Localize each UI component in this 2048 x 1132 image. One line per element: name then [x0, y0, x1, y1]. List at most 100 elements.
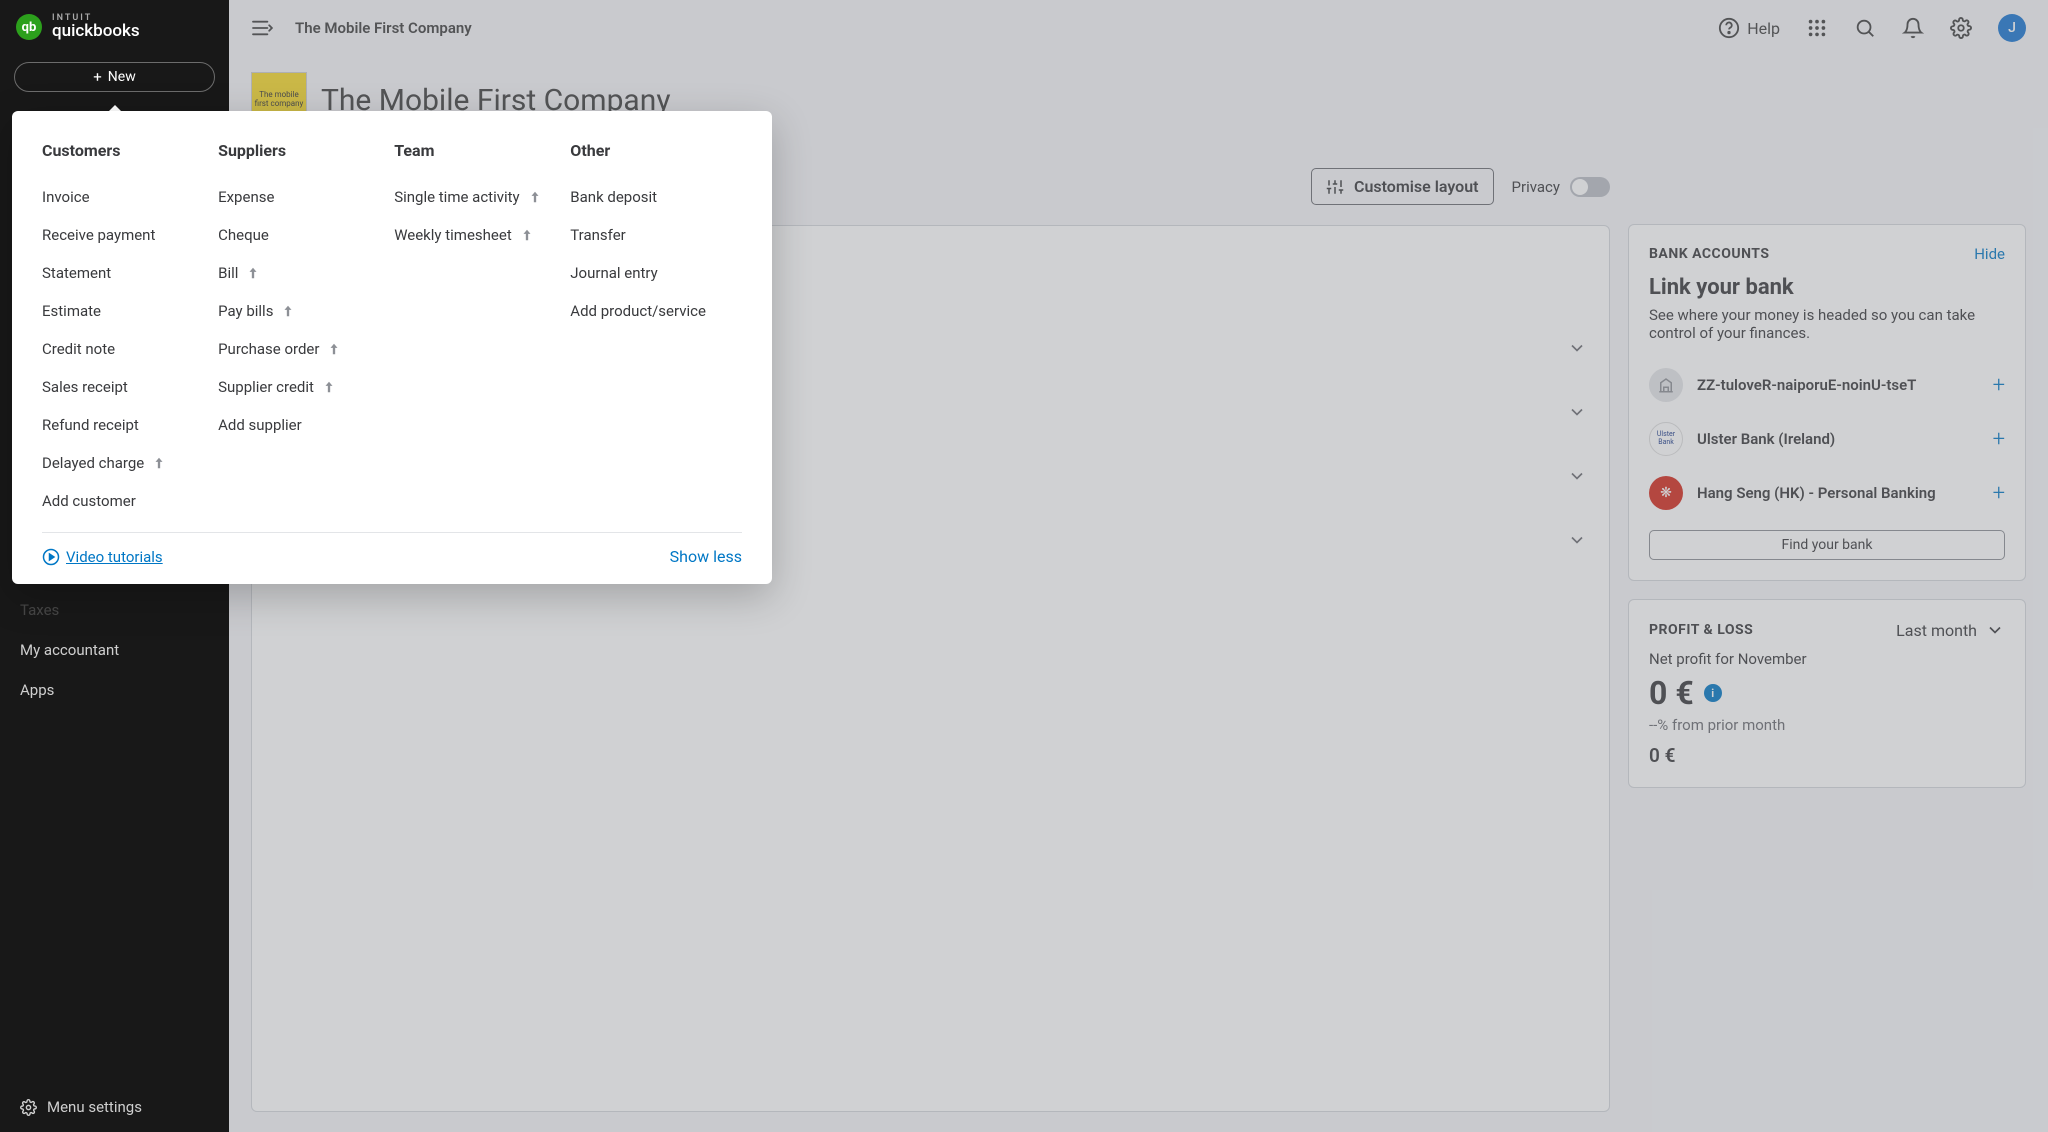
gear-icon [20, 1099, 37, 1116]
menu-item-label: Transfer [570, 226, 625, 244]
menu-item-estimate[interactable]: Estimate [42, 292, 198, 330]
menu-item-add-customer[interactable]: Add customer [42, 482, 198, 520]
menu-column: Suppliers Expense Cheque BillPay bills Purch… [218, 141, 374, 520]
menu-column: Customers Invoice Receive payment Statement… [42, 141, 198, 520]
menu-item-label: Credit note [42, 340, 115, 358]
bank-name-label: Hang Seng (HK) - Personal Banking [1697, 484, 1979, 502]
menu-item-supplier-credit[interactable]: Supplier credit [218, 368, 374, 406]
menu-item-credit-note[interactable]: Credit note [42, 330, 198, 368]
bank-building-icon [1657, 376, 1675, 394]
bank-add-button[interactable]: + [1993, 427, 2005, 452]
bank-add-button[interactable]: + [1993, 481, 2005, 506]
menu-item-label: Estimate [42, 302, 101, 320]
menu-item-transfer[interactable]: Transfer [570, 216, 742, 254]
menu-item-add-supplier[interactable]: Add supplier [218, 406, 374, 444]
menu-item-label: Add customer [42, 492, 136, 510]
bank-card-title: BANK ACCOUNTS [1649, 246, 1769, 262]
chevron-down-icon [1567, 402, 1587, 422]
menu-item-label: Single time activity [394, 188, 519, 206]
sidebar-item-my-accountant[interactable]: My accountant [0, 630, 229, 670]
customise-layout-button[interactable]: Customise layout [1311, 168, 1494, 205]
privacy-label: Privacy [1512, 178, 1560, 196]
menu-item-label: Sales receipt [42, 378, 128, 396]
bank-add-button[interactable]: + [1993, 373, 2005, 398]
menu-item-purchase-order[interactable]: Purchase order [218, 330, 374, 368]
customise-layout-label: Customise layout [1354, 177, 1479, 196]
settings-gear-icon[interactable] [1950, 17, 1972, 39]
pl-period-dropdown[interactable]: Last month [1896, 620, 2005, 640]
menu-item-journal-entry[interactable]: Journal entry [570, 254, 742, 292]
chevron-down-icon [1567, 466, 1587, 486]
menu-column: Team Single time activity Weekly timesheet [394, 141, 550, 520]
sidebar-item-taxes[interactable]: Taxes [0, 590, 229, 630]
bank-accounts-card: BANK ACCOUNTS Hide Link your bank See wh… [1628, 224, 2026, 581]
topbar-company-name: The Mobile First Company [295, 19, 472, 37]
menu-settings-label: Menu settings [47, 1098, 142, 1116]
chevron-down-icon [1567, 530, 1587, 550]
pl-title: PROFIT & LOSS [1649, 622, 1753, 638]
upgrade-arrow-icon [281, 304, 295, 318]
menu-item-label: Add supplier [218, 416, 302, 434]
menu-item-sales-receipt[interactable]: Sales receipt [42, 368, 198, 406]
menu-item-cheque[interactable]: Cheque [218, 216, 374, 254]
menu-item-label: Journal entry [570, 264, 657, 282]
menu-item-invoice[interactable]: Invoice [42, 178, 198, 216]
menu-item-expense[interactable]: Expense [218, 178, 374, 216]
sidebar-item-apps[interactable]: Apps [0, 670, 229, 710]
menu-item-label: Supplier credit [218, 378, 314, 396]
menu-item-label: Cheque [218, 226, 269, 244]
new-button[interactable]: + New [14, 62, 215, 92]
topbar: The Mobile First Company Help J [229, 0, 2048, 56]
menu-item-label: Delayed charge [42, 454, 144, 472]
menu-column-title: Other [570, 141, 742, 160]
apps-grid-icon[interactable] [1806, 17, 1828, 39]
menu-item-label: Weekly timesheet [394, 226, 512, 244]
menu-column-title: Customers [42, 141, 198, 160]
menu-item-refund-receipt[interactable]: Refund receipt [42, 406, 198, 444]
bank-row: ZZ-tuloveR-naiporuE-noinU-tseT + [1649, 358, 2005, 412]
menu-item-pay-bills[interactable]: Pay bills [218, 292, 374, 330]
privacy-toggle[interactable] [1570, 177, 1610, 197]
sidebar-toggle-icon[interactable] [251, 19, 273, 37]
menu-item-delayed-charge[interactable]: Delayed charge [42, 444, 198, 482]
avatar[interactable]: J [1998, 14, 2026, 42]
menu-item-label: Expense [218, 188, 274, 206]
sliders-icon [1326, 178, 1344, 196]
menu-item-bill[interactable]: Bill [218, 254, 374, 292]
show-less-link[interactable]: Show less [670, 547, 742, 566]
bank-card-heading: Link your bank [1649, 275, 2005, 300]
bank-logo-icon: ❋ [1649, 476, 1683, 510]
menu-item-label: Purchase order [218, 340, 319, 358]
upgrade-arrow-icon [322, 380, 336, 394]
menu-item-statement[interactable]: Statement [42, 254, 198, 292]
find-your-bank-button[interactable]: Find your bank [1649, 530, 2005, 560]
menu-item-weekly-timesheet[interactable]: Weekly timesheet [394, 216, 550, 254]
bank-name-label: ZZ-tuloveR-naiporuE-noinU-tseT [1697, 376, 1979, 394]
bank-card-hide-link[interactable]: Hide [1974, 245, 2005, 263]
bank-row: Ulster BankUlster Bank (Ireland)+ [1649, 412, 2005, 466]
menu-item-bank-deposit[interactable]: Bank deposit [570, 178, 742, 216]
menu-column-title: Team [394, 141, 550, 160]
menu-item-label: Invoice [42, 188, 90, 206]
search-icon[interactable] [1854, 17, 1876, 39]
menu-column-title: Suppliers [218, 141, 374, 160]
upgrade-arrow-icon [152, 456, 166, 470]
pl-subtitle: Net profit for November [1649, 650, 2005, 668]
menu-item-label: Statement [42, 264, 111, 282]
new-menu-popup: Customers Invoice Receive payment Statement… [12, 111, 772, 584]
bank-logo-icon [1649, 368, 1683, 402]
pl-change: --% from prior month [1649, 716, 2005, 734]
help-link[interactable]: Help [1718, 17, 1780, 39]
menu-item-receive-payment[interactable]: Receive payment [42, 216, 198, 254]
profit-loss-card: PROFIT & LOSS Last month Net profit for … [1628, 599, 2026, 788]
play-circle-icon [42, 548, 60, 566]
info-icon[interactable]: i [1704, 684, 1722, 702]
menu-settings-link[interactable]: Menu settings [0, 1082, 229, 1132]
menu-item-add-product-service[interactable]: Add product/service [570, 292, 742, 330]
menu-item-label: Receive payment [42, 226, 155, 244]
video-tutorials-link[interactable]: Video tutorials [42, 548, 163, 566]
chevron-down-icon [1567, 338, 1587, 358]
menu-item-single-time-activity[interactable]: Single time activity [394, 178, 550, 216]
notifications-icon[interactable] [1902, 17, 1924, 39]
quickbooks-logo-icon: qb [16, 14, 42, 40]
